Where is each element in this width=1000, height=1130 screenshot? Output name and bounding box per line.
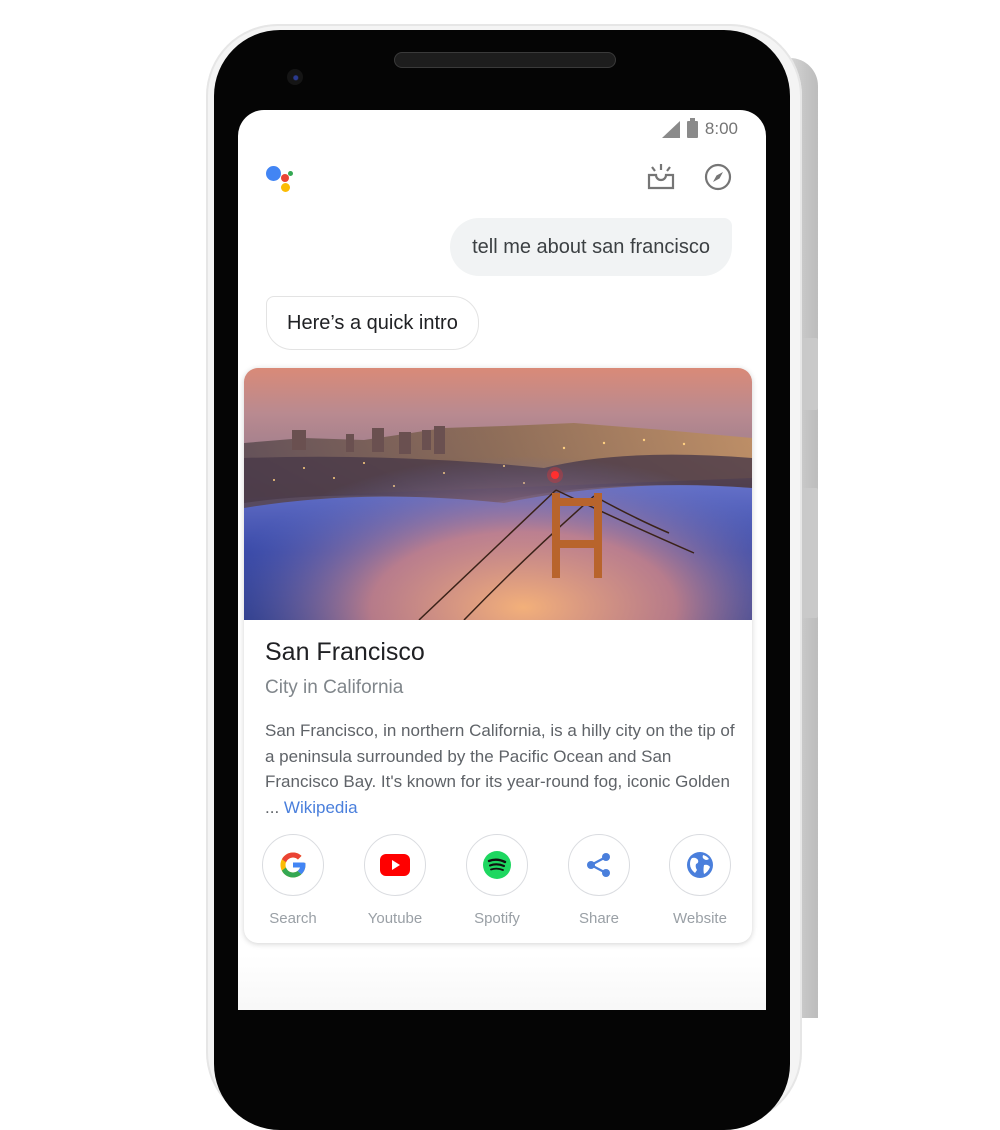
assistant-reply-text: Here’s a quick intro xyxy=(287,311,458,334)
action-share[interactable]: Share xyxy=(559,834,639,927)
logo-dot-green xyxy=(288,171,293,176)
action-website[interactable]: Website xyxy=(660,834,740,927)
screen-bottom-area xyxy=(238,955,766,1010)
user-query-text: tell me about san francisco xyxy=(472,235,710,258)
youtube-label: Youtube xyxy=(367,910,423,927)
volume-button xyxy=(800,338,818,410)
spotify-button[interactable] xyxy=(466,834,528,896)
card-hero-image[interactable] xyxy=(244,368,752,620)
share-icon xyxy=(587,853,610,877)
spotify-icon xyxy=(483,851,511,879)
card-actions: Search Youtube Spotify Share Website xyxy=(244,834,752,934)
card-title: San Francisco xyxy=(265,638,425,666)
logo-dot-blue xyxy=(266,166,281,181)
action-spotify[interactable]: Spotify xyxy=(457,834,537,927)
inbox-updates-icon[interactable] xyxy=(646,162,676,192)
user-query-bubble: tell me about san francisco xyxy=(450,218,732,276)
wikipedia-link[interactable]: Wikipedia xyxy=(284,798,358,817)
status-time: 8:00 xyxy=(704,119,738,138)
google-assistant-logo xyxy=(266,166,300,194)
battery-icon xyxy=(686,117,698,138)
card-subtitle: City in California xyxy=(265,677,404,698)
spotify-label: Spotify xyxy=(474,910,520,927)
phone-screen: 8:00 tell me about san francisco Here’s … xyxy=(238,110,766,1010)
share-button[interactable] xyxy=(568,834,630,896)
search-label: Search xyxy=(269,910,317,927)
search-button[interactable] xyxy=(262,834,324,896)
logo-dot-yellow xyxy=(281,183,290,192)
compass-explore-icon[interactable] xyxy=(703,162,733,192)
status-bar: 8:00 xyxy=(661,117,738,140)
earpiece-speaker xyxy=(394,52,616,68)
volume-button-lower xyxy=(800,488,818,618)
action-youtube[interactable]: Youtube xyxy=(355,834,435,927)
website-button[interactable] xyxy=(669,834,731,896)
share-label: Share xyxy=(578,910,620,927)
youtube-icon xyxy=(380,854,410,876)
knowledge-card[interactable]: San Francisco City in California San Fra… xyxy=(244,368,752,943)
action-search[interactable]: Search xyxy=(253,834,333,927)
website-label: Website xyxy=(673,910,727,927)
youtube-button[interactable] xyxy=(364,834,426,896)
front-camera xyxy=(287,69,303,85)
cell-signal-icon xyxy=(661,120,680,138)
assistant-reply-bubble: Here’s a quick intro xyxy=(266,296,479,350)
globe-icon xyxy=(687,852,713,878)
google-g-icon xyxy=(280,852,306,878)
card-description: San Francisco, in northern California, i… xyxy=(265,718,735,821)
